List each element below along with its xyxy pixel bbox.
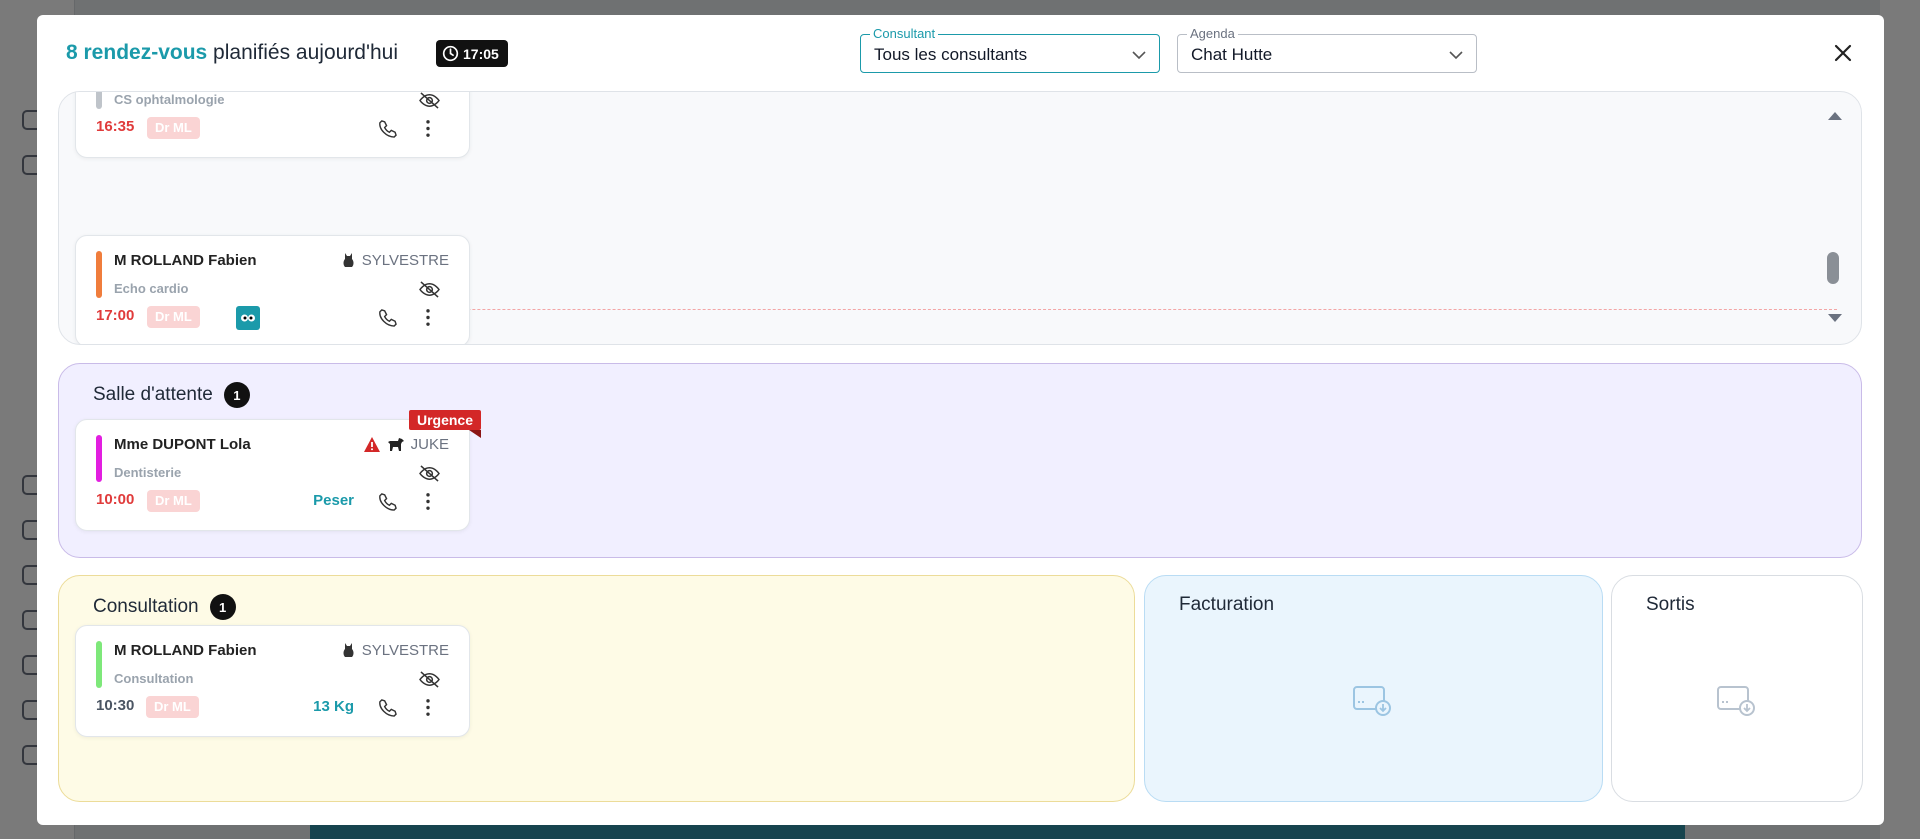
out-section: Sortis: [1611, 575, 1863, 802]
consultant-label: Consultant: [870, 27, 939, 41]
section-title: Sortis: [1646, 594, 1695, 616]
status-bar: [96, 641, 102, 688]
appointment-card[interactable]: M ROLLAND Fabien SYLVESTRE Echo cardio 1…: [75, 235, 470, 344]
more-vertical-icon[interactable]: [425, 698, 431, 717]
doctor-badge: Dr ML: [147, 117, 200, 139]
page-title: 8 rendez-vous planifiés aujourd'hui: [66, 41, 398, 65]
warning-icon: [363, 437, 380, 452]
more-vertical-icon[interactable]: [425, 308, 431, 327]
appointment-time: 17:00: [96, 307, 135, 324]
appointments-modal: 8 rendez-vous planifiés aujourd'hui 17:0…: [37, 15, 1884, 825]
status-bar: [96, 435, 102, 482]
appointment-time: 10:30: [96, 697, 135, 714]
eye-off-icon[interactable]: [418, 91, 441, 110]
agenda-label: Agenda: [1187, 27, 1238, 41]
title-text: planifiés aujourd'hui: [207, 41, 399, 64]
consultation-count: 1: [209, 594, 236, 620]
motif: Dentisterie: [114, 465, 182, 480]
chevron-down-icon: [1132, 51, 1146, 60]
chevron-down-icon: [1449, 51, 1463, 60]
appointment-time: 10:00: [96, 491, 135, 508]
eye-off-icon[interactable]: [418, 670, 441, 689]
phone-icon[interactable]: [378, 119, 397, 138]
section-title: Salle d'attente 1: [93, 382, 250, 408]
animal: JUKE: [363, 436, 449, 453]
drop-zone-icon: [1717, 686, 1755, 716]
waiting-room-section: Salle d'attente 1 Urgence Mme DUPONT Lol…: [58, 363, 1862, 558]
status-bar: [96, 92, 102, 109]
consultation-section: Consultation 1 M ROLLAND Fabien SYLVESTR…: [58, 575, 1135, 802]
eye-off-icon[interactable]: [418, 464, 441, 483]
motif: Echo cardio: [114, 281, 189, 296]
section-title: Consultation 1: [93, 594, 236, 620]
motif: CS ophtalmologie: [114, 92, 225, 107]
owner-name: M ROLLAND Fabien: [114, 252, 257, 269]
current-time: 17:05: [463, 45, 499, 62]
billing-title: Facturation: [1179, 594, 1275, 615]
consultation-title: Consultation: [93, 596, 199, 617]
waiting-room-title: Salle d'attente: [93, 384, 213, 405]
status-bar: [96, 251, 102, 298]
weight-value[interactable]: 13 Kg: [313, 698, 354, 715]
appointment-card[interactable]: M ROLLAND Fabien SYLVESTRE Consultation …: [75, 625, 470, 737]
doctor-badge: Dr ML: [146, 696, 199, 718]
cat-icon: [343, 643, 354, 657]
agenda-select[interactable]: Agenda Chat Hutte: [1177, 27, 1477, 73]
dog-icon: [387, 438, 404, 451]
urgency-badge: Urgence: [408, 410, 482, 438]
animal-name: JUKE: [410, 436, 449, 453]
drop-zone-icon: [1353, 686, 1391, 716]
animal-name: SYLVESTRE: [361, 252, 449, 269]
phone-icon[interactable]: [378, 308, 397, 327]
close-icon[interactable]: [1832, 42, 1854, 64]
out-title: Sortis: [1646, 594, 1695, 615]
weigh-button[interactable]: Peser: [313, 492, 354, 509]
scroll-up-arrow[interactable]: [1828, 112, 1842, 120]
consultant-select[interactable]: Consultant Tous les consultants: [860, 27, 1160, 73]
current-time-badge: 17:05: [436, 40, 508, 67]
scroll-down-arrow[interactable]: [1828, 314, 1842, 322]
consultant-value: Tous les consultants: [874, 45, 1028, 64]
appointments-count: 8 rendez-vous: [66, 41, 208, 64]
phone-icon[interactable]: [378, 698, 397, 717]
modal-header: 8 rendez-vous planifiés aujourd'hui 17:0…: [37, 15, 1884, 90]
animal: SYLVESTRE: [341, 642, 449, 659]
appointment-card[interactable]: Urgence Mme DUPONT Lola JUKE Dentisterie…: [75, 410, 482, 531]
doctor-badge: Dr ML: [147, 306, 200, 328]
video-call-icon[interactable]: [236, 306, 260, 330]
appointment-time: 16:35: [96, 118, 135, 135]
eye-off-icon[interactable]: [418, 280, 441, 299]
scrollbar-thumb[interactable]: [1827, 252, 1839, 284]
more-vertical-icon[interactable]: [425, 119, 431, 138]
phone-icon[interactable]: [378, 492, 397, 511]
billing-section: Facturation: [1144, 575, 1603, 802]
cat-icon: [343, 253, 354, 267]
agenda-value: Chat Hutte: [1191, 45, 1273, 64]
doctor-badge: Dr ML: [147, 490, 200, 512]
more-vertical-icon[interactable]: [425, 492, 431, 511]
owner-name: M ROLLAND Fabien: [114, 642, 257, 659]
motif: Consultation: [114, 671, 194, 686]
clock-icon: [442, 45, 459, 62]
owner-name: Mme DUPONT Lola: [114, 436, 251, 453]
animal: SYLVESTRE: [341, 252, 449, 269]
animal-name: SYLVESTRE: [361, 642, 449, 659]
timeline-section: CS ophtalmologie 16:35 Dr ML 17h M ROLLA…: [58, 91, 1862, 345]
section-title: Facturation: [1179, 594, 1274, 616]
waiting-room-count: 1: [223, 382, 250, 408]
appointment-card[interactable]: CS ophtalmologie 16:35 Dr ML: [75, 91, 470, 158]
